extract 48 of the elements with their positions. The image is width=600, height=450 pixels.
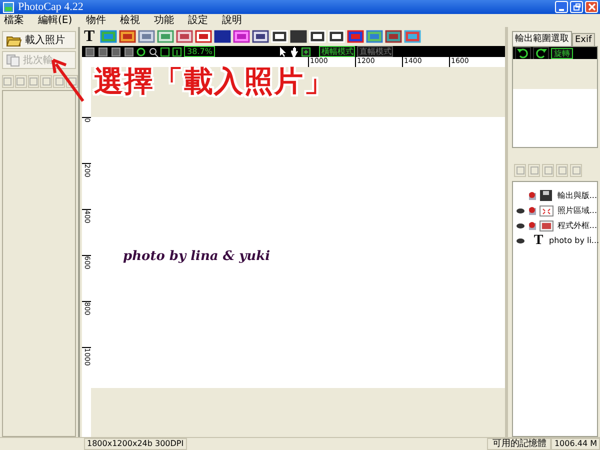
layer-name[interactable]: 輸出與版... (557, 190, 597, 201)
photo-area-icon (539, 204, 554, 217)
restore-button[interactable] (570, 1, 583, 13)
eye-icon[interactable] (516, 208, 525, 214)
minimize-button[interactable] (555, 1, 568, 13)
text-tool[interactable]: T (84, 28, 95, 45)
layer-name[interactable]: 照片區域... (557, 205, 597, 216)
restore-icon (572, 3, 580, 11)
annotation-text: 選擇「載入照片」 (94, 66, 334, 96)
frame-icon (539, 219, 554, 232)
eye-icon[interactable] (516, 238, 525, 244)
zoom-field[interactable]: 38.7% (184, 46, 216, 57)
floppy-icon (539, 189, 554, 202)
layer-name[interactable]: photo by li... (549, 236, 600, 245)
app-icon (3, 2, 14, 12)
text-glyph: T (532, 234, 544, 248)
mode-button[interactable]: 直幅模式 (357, 46, 394, 57)
tab[interactable]: 輸出範圍選取 (512, 31, 572, 46)
image-info: 1800x1200x24b 300DPI (84, 438, 187, 450)
memory-value: 1006.44 M (551, 438, 600, 450)
layer-name[interactable]: 程式外框... (557, 220, 597, 231)
eye-icon[interactable] (516, 222, 525, 228)
close-button[interactable] (585, 1, 598, 13)
hand-icon[interactable] (289, 46, 300, 56)
fit-icon[interactable] (160, 46, 171, 56)
folder-icon (6, 34, 22, 46)
zoom-in-icon[interactable] (136, 46, 147, 56)
frame-icon[interactable] (176, 29, 193, 44)
pointer-icon[interactable] (277, 46, 288, 56)
menu-item[interactable]: 檔案 (4, 14, 24, 26)
menu-item[interactable]: 編輯(E) (38, 14, 72, 26)
pages-icon (6, 54, 20, 66)
window-title: PhotoCap 4.22 (18, 1, 84, 13)
menu-item[interactable]: 檢視 (120, 14, 140, 26)
menu-item[interactable]: 設定 (188, 14, 208, 26)
memory-label: 可用的記憶體 (487, 438, 552, 450)
tab[interactable]: Exif (572, 33, 595, 46)
menu-item[interactable]: 說明 (222, 14, 242, 26)
add-icon[interactable] (301, 46, 312, 56)
zoom-out-icon[interactable] (148, 46, 159, 56)
mode-button[interactable]: 橫幅模式 (319, 46, 356, 57)
menu-item[interactable]: 物件 (86, 14, 106, 26)
close-icon (588, 3, 596, 11)
canvas-text[interactable]: photo by lina & yuki (123, 249, 270, 264)
load-photo-button[interactable]: 載入照片 (2, 31, 76, 49)
rotate-button[interactable]: 旋轉 (551, 48, 573, 58)
menu-item[interactable]: 功能 (154, 14, 174, 26)
actual-size-icon[interactable] (172, 46, 183, 56)
